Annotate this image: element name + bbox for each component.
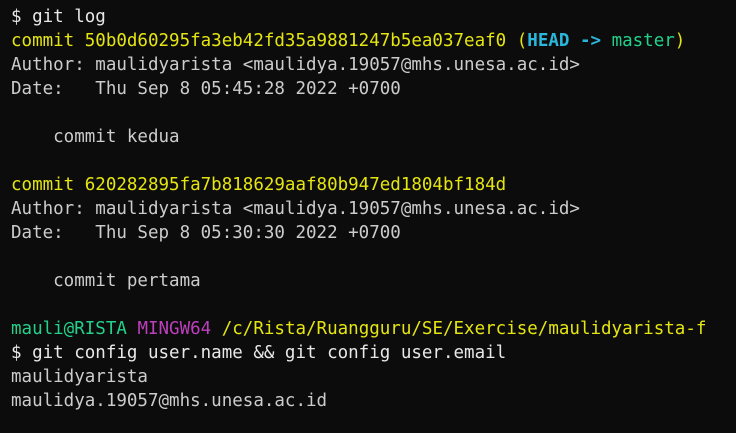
terminal-text-segment: $ git log — [11, 7, 106, 27]
terminal-line: maulidya.19057@mhs.unesa.ac.id — [11, 389, 327, 413]
terminal-text-segment: /c/Rista/Ruangguru/SE/Exercise/maulidyar… — [221, 319, 707, 339]
terminal-text-segment: maulidya.19057@mhs.unesa.ac.id — [11, 391, 328, 411]
terminal-text-segment: commit 620282895fa7b818629aaf80b947ed180… — [11, 175, 507, 195]
terminal-text-segment: commit 50b0d60295fa3eb42fd35a9881247b5ea… — [11, 31, 517, 51]
terminal-text-segment: Author: maulidyarista <maulidya.19057@mh… — [11, 199, 580, 219]
terminal-line: maulidyarista — [11, 365, 148, 389]
terminal-line: Author: maulidyarista <maulidya.19057@mh… — [11, 197, 580, 221]
terminal-text-segment: ) — [674, 31, 686, 51]
terminal-text-segment: commit pertama — [11, 271, 201, 291]
terminal-line: mauli@RISTA MINGW64 /c/Rista/Ruangguru/S… — [11, 317, 706, 341]
terminal-text-segment: Date: Thu Sep 8 05:45:28 2022 +0700 — [11, 79, 401, 99]
terminal-text-segment: master — [611, 31, 675, 51]
terminal-line: Author: maulidyarista <maulidya.19057@mh… — [11, 53, 580, 77]
terminal-text-segment: $ git config user.name && git config use… — [11, 343, 507, 363]
terminal-line: commit 620282895fa7b818629aaf80b947ed180… — [11, 173, 506, 197]
terminal-text-segment: MINGW64 — [137, 319, 222, 339]
terminal-text-segment: HEAD -> — [527, 31, 612, 51]
terminal-text-segment: maulidyarista — [11, 367, 148, 387]
terminal-line: Date: Thu Sep 8 05:45:28 2022 +0700 — [11, 77, 401, 101]
terminal-line: $ git config user.name && git config use… — [11, 341, 506, 365]
scrolled-off-line — [11, 0, 32, 4]
terminal-text-segment: ( — [516, 31, 528, 51]
terminal-text-segment: Author: maulidyarista <maulidya.19057@mh… — [11, 55, 580, 75]
terminal-text-segment: Date: Thu Sep 8 05:30:30 2022 +0700 — [11, 223, 401, 243]
terminal-text-segment: mauli@RISTA — [11, 319, 138, 339]
terminal-line: $ git log — [11, 5, 106, 29]
terminal-window[interactable]: $ git log commit 50b0d60295fa3eb42fd35a98… — [0, 0, 736, 433]
terminal-line: commit 50b0d60295fa3eb42fd35a9881247b5ea… — [11, 29, 685, 53]
terminal-line: Date: Thu Sep 8 05:30:30 2022 +0700 — [11, 221, 401, 245]
terminal-line: commit kedua — [11, 125, 180, 149]
terminal-text-segment: commit kedua — [11, 127, 180, 147]
terminal-line: commit pertama — [11, 269, 201, 293]
